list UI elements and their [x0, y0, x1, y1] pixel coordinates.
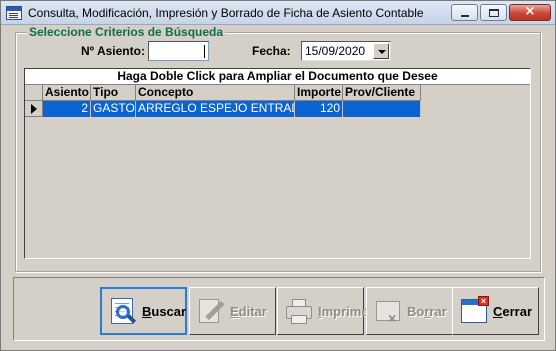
cell-prov-cliente[interactable]: [343, 101, 421, 117]
printer-icon: [284, 296, 314, 326]
cell-concepto[interactable]: ARREGLO ESPEJO ENTRADA: [136, 101, 295, 117]
cell-tipo[interactable]: GASTO: [91, 101, 136, 117]
cell-asiento[interactable]: 2: [43, 101, 91, 117]
column-header-tipo[interactable]: Tipo: [91, 85, 136, 101]
column-header-asiento[interactable]: Asiento: [43, 85, 91, 101]
delete-document-icon: ×: [373, 296, 403, 326]
cerrar-button[interactable]: × Cerrar: [452, 287, 539, 335]
main-window: Consulta, Modificación, Impresión y Borr…: [0, 0, 556, 351]
cell-importe[interactable]: 120: [295, 101, 343, 117]
borrar-label: Borrar: [407, 303, 447, 319]
fecha-label: Fecha:: [252, 44, 291, 58]
imprime-label: Imprime: [318, 303, 369, 319]
title-bar[interactable]: Consulta, Modificación, Impresión y Borr…: [1, 1, 555, 25]
window-controls: ×: [451, 4, 551, 21]
grid-caption: Haga Doble Click para Ampliar el Documen…: [25, 69, 530, 85]
search-criteria-legend: Seleccione Criterios de Búsqueda: [27, 25, 226, 39]
editar-button[interactable]: Editar: [189, 287, 276, 335]
buscar-label: Buscar: [142, 303, 187, 319]
row-header-corner: [25, 85, 43, 101]
fecha-date-picker[interactable]: 15/09/2020: [301, 41, 391, 61]
search-document-icon: [108, 296, 138, 326]
close-icon: ×: [524, 4, 536, 19]
cerrar-label: Cerrar: [493, 303, 533, 319]
maximize-button[interactable]: [480, 4, 507, 21]
current-row-indicator-icon[interactable]: [25, 101, 43, 117]
close-window-icon: ×: [459, 296, 489, 326]
editar-label: Editar: [230, 303, 267, 319]
column-header-importe[interactable]: Importe: [295, 85, 343, 101]
column-header-prov-cliente[interactable]: Prov/Cliente: [343, 85, 421, 101]
chevron-down-icon[interactable]: [373, 43, 389, 59]
minimize-icon: [461, 15, 469, 17]
results-grid[interactable]: Haga Doble Click para Ampliar el Documen…: [24, 68, 531, 259]
close-window-button[interactable]: ×: [509, 4, 551, 21]
window-title: Consulta, Modificación, Impresión y Borr…: [28, 6, 424, 20]
imprime-button[interactable]: Imprime: [277, 287, 369, 335]
column-header-concepto[interactable]: Concepto: [136, 85, 295, 101]
maximize-icon: [489, 9, 499, 17]
borrar-button[interactable]: × Borrar: [366, 287, 453, 335]
asiento-label: Nº Asiento:: [81, 44, 145, 58]
buscar-button[interactable]: Buscar: [100, 287, 187, 335]
edit-pencil-icon: [196, 296, 226, 326]
form-icon[interactable]: [6, 6, 22, 20]
asiento-number-input[interactable]: [148, 41, 209, 61]
minimize-button[interactable]: [451, 4, 478, 21]
text-caret: [204, 45, 205, 58]
fecha-value: 15/09/2020: [305, 44, 366, 58]
